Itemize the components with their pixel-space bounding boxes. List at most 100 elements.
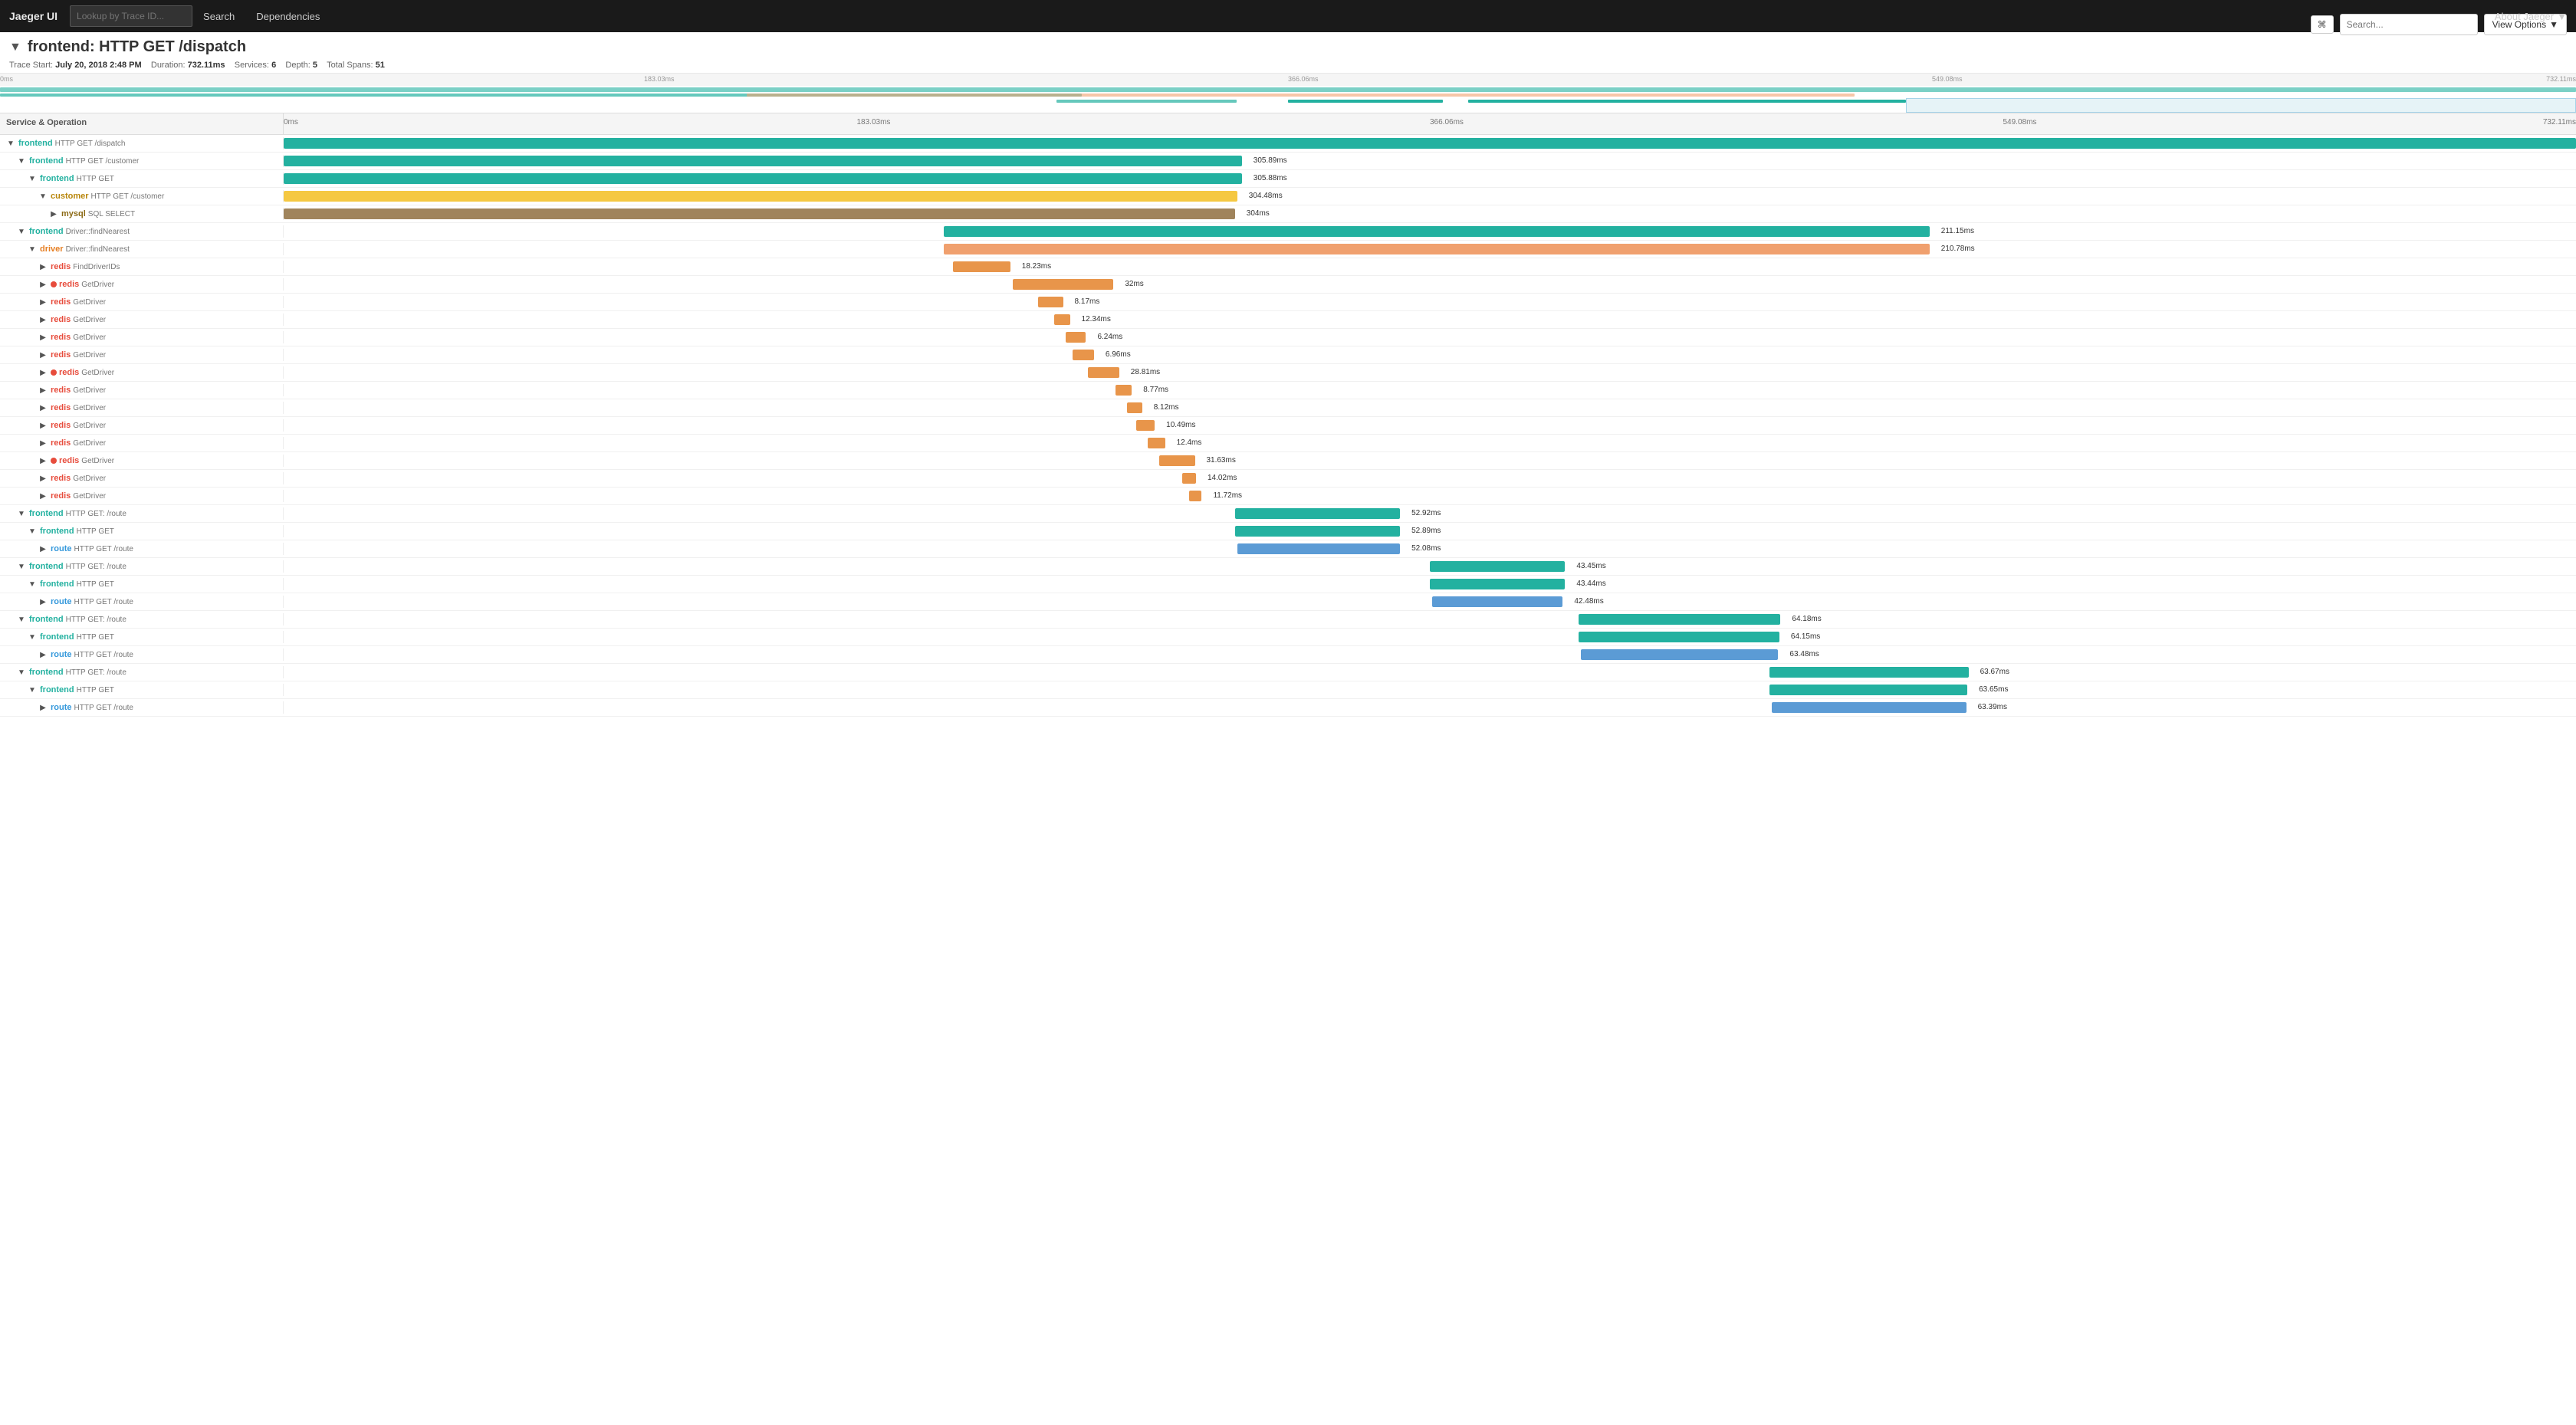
expand-button[interactable]: ▶ xyxy=(38,263,48,271)
table-row[interactable]: ▶redis GetDriver6.24ms xyxy=(0,329,2576,346)
expand-button[interactable]: ▶ xyxy=(38,439,48,448)
span-bar[interactable] xyxy=(1136,420,1155,431)
span-bar[interactable] xyxy=(284,191,1237,202)
table-row[interactable]: ▼frontend HTTP GET52.89ms xyxy=(0,523,2576,540)
table-row[interactable]: ▶redis GetDriver10.49ms xyxy=(0,417,2576,435)
span-bar[interactable] xyxy=(1579,614,1780,625)
table-row[interactable]: ▶redis FindDriverIDs18.23ms xyxy=(0,258,2576,276)
table-row[interactable]: ▼frontend HTTP GET /dispatch xyxy=(0,135,2576,153)
expand-button[interactable]: ▶ xyxy=(38,386,48,395)
span-bar[interactable] xyxy=(1073,350,1094,360)
table-row[interactable]: ▼frontend HTTP GET: /route63.67ms xyxy=(0,664,2576,681)
span-bar[interactable] xyxy=(1088,367,1119,378)
table-row[interactable]: ▼frontend Driver::findNearest211.15ms xyxy=(0,223,2576,241)
expand-button[interactable]: ▼ xyxy=(27,686,38,694)
expand-button[interactable]: ▶ xyxy=(38,422,48,430)
table-row[interactable]: ▶route HTTP GET /route42.48ms xyxy=(0,593,2576,611)
expand-button[interactable]: ▼ xyxy=(16,510,27,518)
expand-button[interactable]: ▶ xyxy=(38,281,48,289)
expand-button[interactable]: ▶ xyxy=(38,333,48,342)
table-row[interactable]: ▼frontend HTTP GET: /route64.18ms xyxy=(0,611,2576,629)
nav-dependencies[interactable]: Dependencies xyxy=(245,11,330,22)
expand-button[interactable]: ▶ xyxy=(38,298,48,307)
span-bar[interactable] xyxy=(1235,526,1400,537)
span-bar[interactable] xyxy=(1159,455,1194,466)
expand-button[interactable]: ▶ xyxy=(38,351,48,360)
span-bar[interactable] xyxy=(1772,702,1967,713)
expand-button[interactable]: ▼ xyxy=(27,527,38,536)
expand-button[interactable]: ▶ xyxy=(38,651,48,659)
collapse-icon[interactable]: ▼ xyxy=(9,41,21,54)
expand-button[interactable]: ▶ xyxy=(38,492,48,501)
expand-button[interactable]: ▼ xyxy=(16,157,27,166)
span-bar[interactable] xyxy=(284,208,1235,219)
expand-button[interactable]: ▼ xyxy=(27,245,38,254)
trace-search-input[interactable] xyxy=(2340,14,2478,35)
span-bar[interactable] xyxy=(1116,385,1132,396)
table-row[interactable]: ▼frontend HTTP GET43.44ms xyxy=(0,576,2576,593)
span-bar[interactable] xyxy=(1430,561,1565,572)
expand-button[interactable]: ▶ xyxy=(38,404,48,412)
table-row[interactable]: ▶redis GetDriver12.4ms xyxy=(0,435,2576,452)
table-row[interactable]: ▼customer HTTP GET /customer304.48ms xyxy=(0,188,2576,205)
expand-button[interactable]: ▼ xyxy=(27,175,38,183)
span-bar[interactable] xyxy=(1581,649,1778,660)
expand-button[interactable]: ▶ xyxy=(38,545,48,553)
minimap-selection[interactable] xyxy=(1906,98,2576,113)
table-row[interactable]: ▶route HTTP GET /route63.48ms xyxy=(0,646,2576,664)
expand-button[interactable]: ▶ xyxy=(38,474,48,483)
span-bar[interactable] xyxy=(284,156,1242,166)
table-row[interactable]: ▶redis GetDriver32ms xyxy=(0,276,2576,294)
table-row[interactable]: ▶redis GetDriver8.77ms xyxy=(0,382,2576,399)
table-row[interactable]: ▶redis GetDriver14.02ms xyxy=(0,470,2576,488)
span-bar[interactable] xyxy=(944,226,1930,237)
expand-button[interactable]: ▼ xyxy=(16,563,27,571)
span-bar[interactable] xyxy=(944,244,1930,254)
table-row[interactable]: ▼frontend HTTP GET64.15ms xyxy=(0,629,2576,646)
span-bar[interactable] xyxy=(953,261,1010,272)
span-bar[interactable] xyxy=(1189,491,1201,501)
table-row[interactable]: ▼frontend HTTP GET: /route43.45ms xyxy=(0,558,2576,576)
nav-about[interactable]: About Jaeger ▼ xyxy=(2495,11,2567,22)
span-bar[interactable] xyxy=(1066,332,1086,343)
table-row[interactable]: ▼driver Driver::findNearest210.78ms xyxy=(0,241,2576,258)
span-bar[interactable] xyxy=(1235,508,1400,519)
expand-button[interactable]: ▶ xyxy=(38,316,48,324)
trace-lookup-input[interactable] xyxy=(70,5,192,27)
table-row[interactable]: ▶redis GetDriver11.72ms xyxy=(0,488,2576,505)
expand-button[interactable]: ▼ xyxy=(27,580,38,589)
table-row[interactable]: ▶route HTTP GET /route63.39ms xyxy=(0,699,2576,717)
table-row[interactable]: ▶redis GetDriver6.96ms xyxy=(0,346,2576,364)
table-row[interactable]: ▶redis GetDriver12.34ms xyxy=(0,311,2576,329)
expand-button[interactable]: ▶ xyxy=(38,369,48,377)
span-bar[interactable] xyxy=(1579,632,1779,642)
expand-button[interactable]: ▼ xyxy=(5,140,16,148)
span-bar[interactable] xyxy=(1430,579,1565,589)
span-bar[interactable] xyxy=(1769,667,1969,678)
expand-button[interactable]: ▼ xyxy=(16,668,27,677)
span-bar[interactable] xyxy=(1237,543,1400,554)
expand-button[interactable]: ▶ xyxy=(38,598,48,606)
table-row[interactable]: ▶mysql SQL SELECT304ms xyxy=(0,205,2576,223)
table-row[interactable]: ▼frontend HTTP GET: /route52.92ms xyxy=(0,505,2576,523)
table-row[interactable]: ▶redis GetDriver31.63ms xyxy=(0,452,2576,470)
expand-button[interactable]: ▼ xyxy=(27,633,38,642)
span-bar[interactable] xyxy=(1148,438,1165,448)
cmd-button[interactable]: ⌘ xyxy=(2311,15,2334,34)
expand-button[interactable]: ▶ xyxy=(38,457,48,465)
span-bar[interactable] xyxy=(1013,279,1114,290)
expand-button[interactable]: ▼ xyxy=(38,192,48,201)
table-row[interactable]: ▼frontend HTTP GET63.65ms xyxy=(0,681,2576,699)
expand-button[interactable]: ▶ xyxy=(38,704,48,712)
expand-button[interactable]: ▼ xyxy=(16,616,27,624)
span-bar[interactable] xyxy=(284,138,2576,149)
span-bar[interactable] xyxy=(1054,314,1070,325)
table-row[interactable]: ▶route HTTP GET /route52.08ms xyxy=(0,540,2576,558)
table-row[interactable]: ▼frontend HTTP GET305.88ms xyxy=(0,170,2576,188)
table-row[interactable]: ▶redis GetDriver8.17ms xyxy=(0,294,2576,311)
span-bar[interactable] xyxy=(284,173,1242,184)
expand-button[interactable]: ▼ xyxy=(16,228,27,236)
table-row[interactable]: ▼frontend HTTP GET /customer305.89ms xyxy=(0,153,2576,170)
span-bar[interactable] xyxy=(1432,596,1562,607)
expand-button[interactable]: ▶ xyxy=(48,210,59,218)
